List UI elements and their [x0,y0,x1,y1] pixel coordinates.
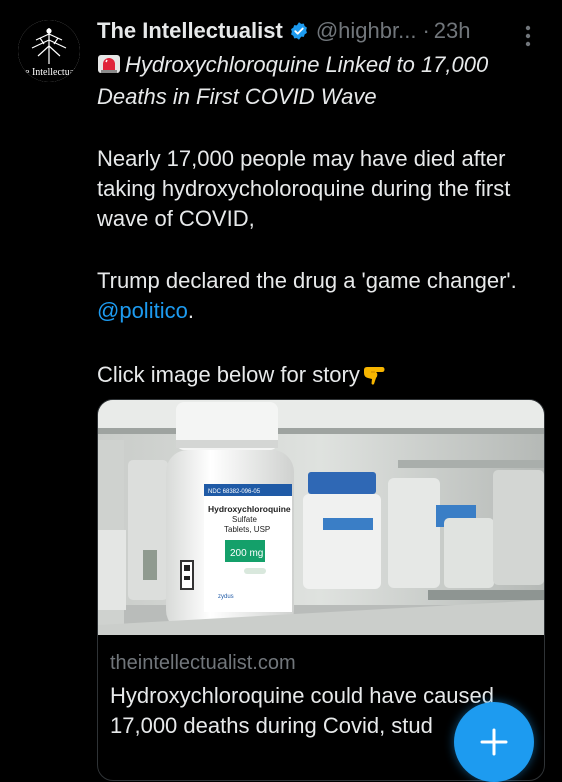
tweet-paragraph-1: Nearly 17,000 people may have died after… [97,146,511,231]
compose-button[interactable] [454,702,534,782]
image-drug-label-3: Tablets, USP [224,525,270,534]
tweet-header: The Intellectualist @highbr... · 23h [97,14,471,48]
paragraph-3-text: Click image below for story [97,362,360,387]
plus-icon [480,728,508,756]
image-brand-label: zydus [218,594,234,600]
mention-link[interactable]: @politico [97,298,188,323]
verified-badge-icon [289,21,309,41]
tweet-paragraph-3: Click image below for story [97,360,547,394]
tweet-timestamp[interactable]: 23h [434,18,471,44]
tweet-headline: Hydroxychloroquine Linked to 17,000 Deat… [97,50,547,111]
image-drug-label-1: Hydroxychloroquine [208,504,291,514]
pointing-hand-emoji-icon [362,364,386,394]
image-dose-label: 200 mg [230,548,263,559]
image-ndc-label: NDC 68382-096-05 [208,489,261,495]
card-image[interactable]: NDC 68382-096-05 Hydroxychloroquine Sulf… [98,400,544,635]
more-options-icon[interactable] [521,24,535,53]
headline-text: Hydroxychloroquine Linked to 17,000 Deat… [97,52,489,109]
separator-dot: · [422,18,430,43]
avatar-text: he Intellectuali [20,67,80,78]
author-name[interactable]: The Intellectualist [97,18,283,44]
author-avatar[interactable]: he Intellectuali [18,20,80,82]
tweet-paragraph-2: Trump declared the drug a 'game changer'… [97,266,547,326]
card-domain: theintellectualist.com [110,652,296,674]
paragraph-2-text: Trump declared the drug a 'game changer'… [97,268,517,293]
author-handle[interactable]: @highbr... [316,18,417,44]
image-drug-label-2: Sulfate [232,515,257,524]
siren-emoji-icon [97,53,121,82]
paragraph-2-end: . [187,298,194,323]
